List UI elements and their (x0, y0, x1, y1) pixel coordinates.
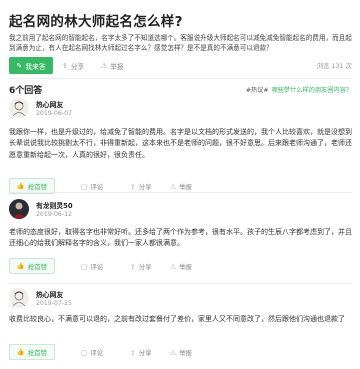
question-share-button[interactable]: ⇪ 分享 (62, 61, 84, 71)
share-button[interactable]: ⇪ 分享 (130, 182, 152, 192)
answer-card: 有龙则灵50 2019-06-12 老师的态度很好，取得名字也非常好听。还多给了… (9, 199, 352, 279)
comment-label: 评论 (90, 263, 104, 271)
comment-icon: ▢ (81, 182, 88, 191)
answer-card: 热心网友 2019-07-25 收费比较良心，不满意可以退的，之前有改过套餐付了… (9, 288, 352, 368)
report-button[interactable]: ⚠ 举报 (170, 182, 192, 192)
pen-icon: ✎ (16, 61, 23, 70)
sketch-avatar-icon (12, 101, 26, 117)
report-icon: ⚠ (170, 262, 177, 271)
report-button[interactable]: ⚠ 举报 (170, 262, 192, 272)
report-icon: ⚠ (170, 182, 177, 191)
answer-date: 2019-06-12 (36, 211, 72, 218)
answer-text: 老师的态度很好，取得名字也非常好听。还多给了两个作为参考，很有水平。孩子的生辰八… (9, 228, 352, 248)
like-button[interactable]: 👍 抢首赞 (9, 344, 55, 360)
divider (9, 283, 352, 284)
comment-button[interactable]: ▢ 评论 (81, 182, 104, 192)
divider (9, 192, 352, 193)
question-report-label: 举报 (110, 63, 124, 71)
report-button[interactable]: ⚠ 举报 (170, 348, 192, 358)
report-icon: ⚠ (101, 62, 108, 70)
avatar (9, 98, 29, 118)
recommend-link[interactable]: #热议# 哪些梦什么样的朋友圈内容？ (246, 85, 352, 94)
question-share-label: 分享 (70, 63, 85, 71)
recommend-link-label: 哪些梦什么样的朋友圈内容？ (271, 87, 352, 94)
like-label: 抢首赞 (27, 262, 48, 271)
answer-text: 我跟你一样，也是升级过的，给减免了智能的费用。名字是以文档的形式发送的，我个人比… (9, 128, 352, 159)
thumbs-up-icon: 👍 (16, 348, 25, 356)
report-label: 举报 (179, 183, 192, 191)
avatar (9, 288, 29, 308)
share-icon: ⇪ (130, 182, 136, 191)
like-button[interactable]: 👍 抢首赞 (9, 258, 55, 274)
question-description: 我之前用了起名网的智能起名，名字太多了不知道选哪个。客服说升级大师起名可以减免减… (9, 34, 352, 52)
answer-card: 热心网友 2019-06-07 我跟你一样，也是升级过的，给减免了智能的费用。名… (9, 98, 352, 194)
answer-button-label: 我来答 (25, 62, 46, 71)
share-icon: ⇪ (130, 262, 136, 271)
dark-figure-avatar-icon (12, 202, 26, 219)
share-label: 分享 (138, 263, 152, 271)
answer-username[interactable]: 有龙则灵50 (36, 200, 73, 210)
like-label: 抢首赞 (27, 182, 48, 191)
like-label: 抢首赞 (27, 348, 48, 357)
hot-tag: #热议# (245, 87, 269, 94)
answer-username[interactable]: 热心网友 (36, 289, 63, 299)
answer-username[interactable]: 热心网友 (36, 99, 63, 109)
question-title: 起名网的林大师起名怎么样? (9, 14, 183, 30)
share-label: 分享 (138, 183, 152, 191)
sketch-avatar-icon (12, 291, 26, 307)
answer-text: 收费比较良心，不满意可以退的，之前有改过套餐付了差价，家里人又不同意改了，然后跟… (9, 315, 345, 323)
answers-count: 6个回答 (9, 86, 43, 96)
comment-label: 评论 (90, 183, 104, 191)
thumbs-up-icon: 👍 (16, 182, 25, 190)
answer-date: 2019-07-25 (36, 300, 72, 307)
share-icon: ⇪ (130, 348, 136, 357)
view-count: 浏览 131 次 (316, 62, 352, 70)
share-label: 分享 (138, 349, 152, 357)
share-button[interactable]: ⇪ 分享 (130, 348, 152, 358)
report-label: 举报 (179, 349, 192, 357)
report-icon: ⚠ (170, 348, 177, 357)
share-button[interactable]: ⇪ 分享 (130, 262, 152, 272)
comment-button[interactable]: ▢ 评论 (81, 262, 104, 272)
comment-icon: ▢ (81, 262, 88, 271)
report-label: 举报 (179, 263, 192, 271)
share-icon: ⇪ (62, 62, 68, 70)
avatar (9, 199, 29, 219)
divider (9, 78, 352, 79)
comment-label: 评论 (90, 349, 104, 357)
thumbs-up-icon: 👍 (16, 262, 25, 270)
answer-date: 2019-06-07 (36, 110, 72, 117)
answer-button[interactable]: ✎ 我来答 (9, 57, 53, 74)
comment-button[interactable]: ▢ 评论 (81, 348, 104, 358)
question-report-button[interactable]: ⚠ 举报 (101, 61, 123, 71)
comment-icon: ▢ (81, 348, 88, 357)
